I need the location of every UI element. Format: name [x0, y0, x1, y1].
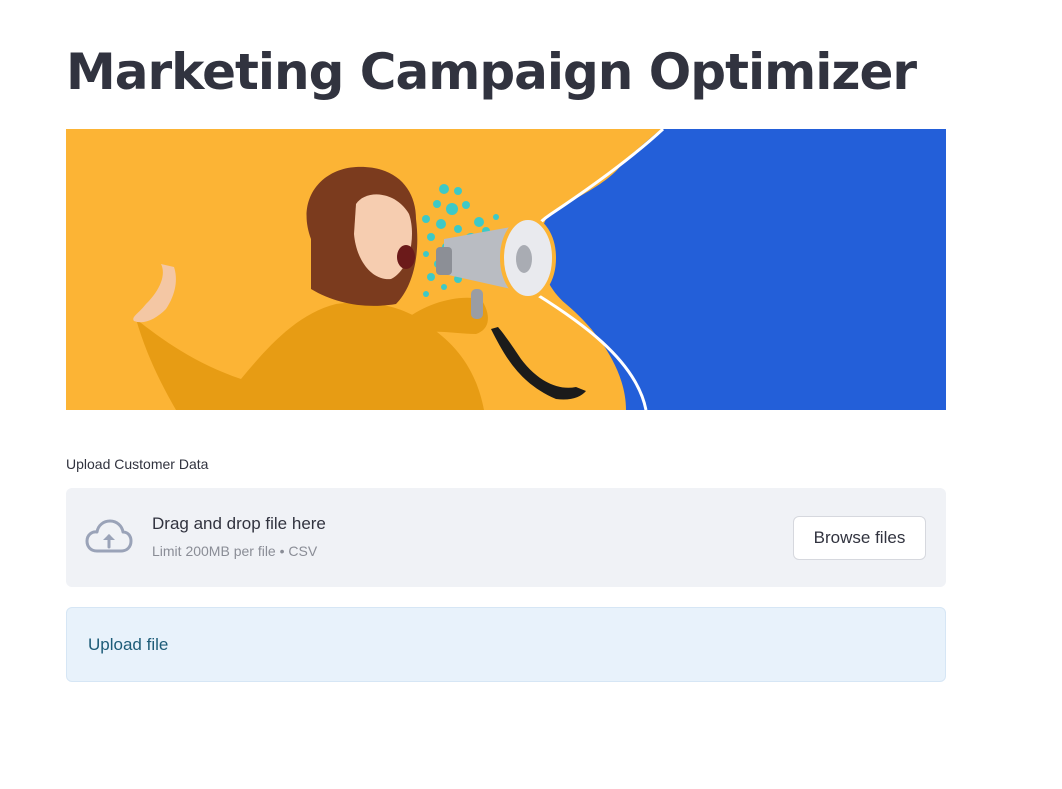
file-limit-text: Limit 200MB per file • CSV — [152, 543, 318, 559]
banner-image — [66, 129, 946, 410]
info-message: Upload file — [88, 634, 169, 654]
uploader-label: Upload Customer Data — [66, 456, 209, 472]
browse-files-button[interactable]: Browse files — [793, 516, 926, 560]
page-title: Marketing Campaign Optimizer — [66, 43, 917, 101]
drag-drop-text: Drag and drop file here — [152, 514, 326, 533]
file-dropzone[interactable]: Drag and drop file here Limit 200MB per … — [66, 488, 946, 587]
info-alert: Upload file — [66, 607, 946, 682]
dropzone-instructions: Drag and drop file here Limit 200MB per … — [152, 512, 326, 560]
cloud-upload-icon — [85, 519, 133, 555]
